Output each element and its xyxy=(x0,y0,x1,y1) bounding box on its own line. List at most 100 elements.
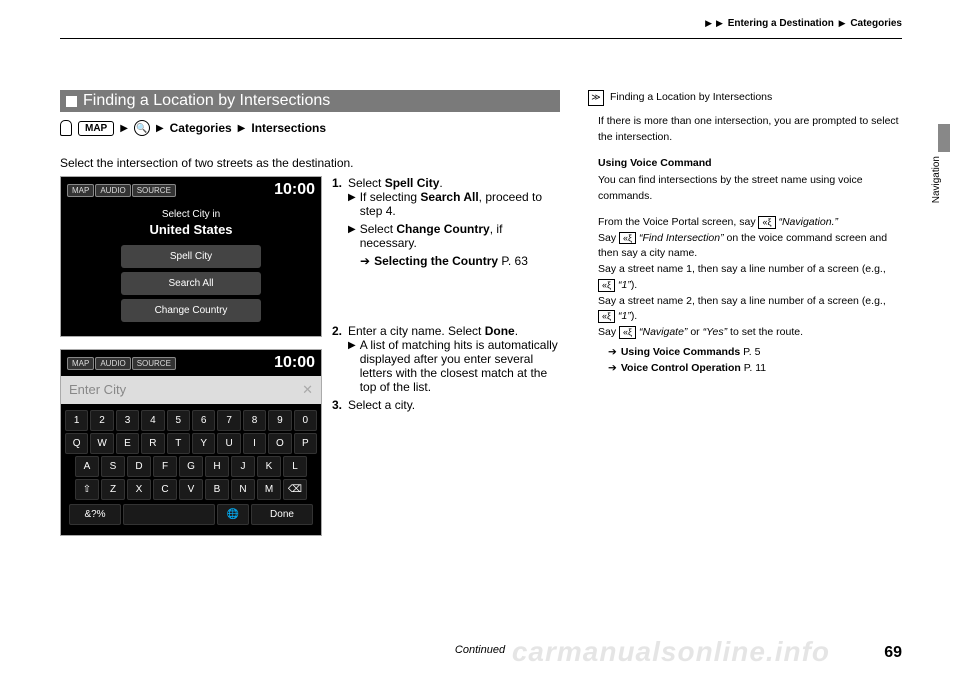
chevron-right-icon: ▶ xyxy=(716,18,723,28)
mic-icon xyxy=(60,120,72,136)
key-c[interactable]: C xyxy=(153,479,177,500)
voice-icon: «ξ xyxy=(598,279,615,292)
key-g[interactable]: G xyxy=(179,456,203,477)
key-k[interactable]: K xyxy=(257,456,281,477)
page-number: 69 xyxy=(884,644,902,662)
chevron-right-icon: ▶ xyxy=(156,123,164,134)
info-icon: ≫ xyxy=(588,90,604,106)
key-j[interactable]: J xyxy=(231,456,255,477)
key-x[interactable]: X xyxy=(127,479,151,500)
key-a[interactable]: A xyxy=(75,456,99,477)
key-f[interactable]: F xyxy=(153,456,177,477)
play-icon: ▶ xyxy=(348,192,356,218)
key-symbols[interactable]: &?% xyxy=(69,504,121,525)
voice-icon: «ξ xyxy=(598,310,615,323)
search-icon: 🔍 xyxy=(134,120,150,136)
right-title: Finding a Location by Intersections xyxy=(610,90,772,106)
step1-text: Select xyxy=(348,176,385,190)
clear-icon[interactable]: ✕ xyxy=(302,382,313,398)
right-h1: Using Voice Command xyxy=(598,156,902,172)
shot2-tab-map: MAP xyxy=(67,357,94,370)
key-9[interactable]: 9 xyxy=(268,410,291,431)
key-globe[interactable]: 🌐 xyxy=(217,504,249,525)
key-b[interactable]: B xyxy=(205,479,229,500)
path-intersections: Intersections xyxy=(251,121,326,135)
key-i[interactable]: I xyxy=(243,433,266,454)
key-o[interactable]: O xyxy=(268,433,291,454)
step3-text: Select a city. xyxy=(348,398,415,412)
play-icon: ▶ xyxy=(348,340,356,394)
key-v[interactable]: V xyxy=(179,479,203,500)
chevron-right-icon: ▶ xyxy=(839,18,846,28)
key-p[interactable]: P xyxy=(294,433,317,454)
shot1-tab-map: MAP xyxy=(67,184,94,197)
spell-city-button[interactable]: Spell City xyxy=(121,245,261,268)
shot2-clock: 10:00 xyxy=(274,354,315,372)
chevron-right-icon: ▶ xyxy=(705,18,712,28)
sidebar-notes: ≫ Finding a Location by Intersections If… xyxy=(588,90,902,376)
steps-list: 1.Select Spell City. ▶If selecting Searc… xyxy=(332,176,560,412)
key-6[interactable]: 6 xyxy=(192,410,215,431)
city-input-placeholder: Enter City xyxy=(69,382,126,398)
ref-voice-control: Voice Control Operation xyxy=(621,362,741,374)
reference-arrow-icon: ➔ xyxy=(360,254,370,268)
section-title: Finding a Location by Intersections xyxy=(83,92,330,110)
key-n[interactable]: N xyxy=(231,479,255,500)
shot1-country: United States xyxy=(61,222,321,237)
key-l[interactable]: L xyxy=(283,456,307,477)
key-4[interactable]: 4 xyxy=(141,410,164,431)
key-t[interactable]: T xyxy=(167,433,190,454)
map-button-label: MAP xyxy=(78,121,114,136)
step2-text: Enter a city name. Select xyxy=(348,324,485,338)
chevron-right-icon: ▶ xyxy=(120,123,128,134)
square-icon xyxy=(66,96,77,107)
reference-arrow-icon: ➔ xyxy=(608,361,617,377)
ref-voice-commands: Using Voice Commands xyxy=(621,346,740,358)
key-8[interactable]: 8 xyxy=(243,410,266,431)
voice-icon: «ξ xyxy=(758,216,775,229)
city-input[interactable]: Enter City ✕ xyxy=(61,376,321,404)
breadcrumb-a: Entering a Destination xyxy=(728,18,834,29)
search-all-button[interactable]: Search All xyxy=(121,272,261,295)
ref-selecting-country: Selecting the Country xyxy=(374,254,498,268)
nav-path: MAP ▶ 🔍 ▶ Categories ▶ Intersections xyxy=(60,120,560,136)
key-7[interactable]: 7 xyxy=(217,410,240,431)
side-tab-navigation: Navigation xyxy=(930,140,942,220)
shot2-tab-source: SOURCE xyxy=(132,357,176,370)
shot1-clock: 10:00 xyxy=(274,181,315,199)
key-d[interactable]: D xyxy=(127,456,151,477)
key-q[interactable]: Q xyxy=(65,433,88,454)
key-z[interactable]: Z xyxy=(101,479,125,500)
key-u[interactable]: U xyxy=(217,433,240,454)
key-space[interactable] xyxy=(123,504,215,525)
shot1-tab-source: SOURCE xyxy=(132,184,176,197)
key-3[interactable]: 3 xyxy=(116,410,139,431)
right-p1: If there is more than one intersection, … xyxy=(598,114,902,146)
key-backspace[interactable]: ⌫ xyxy=(283,479,307,500)
screenshot-enter-city: MAP A U D IO SOURCE 10:00 Enter City ✕ 123456… xyxy=(60,349,322,536)
key-shift[interactable]: ⇧ xyxy=(75,479,99,500)
key-y[interactable]: Y xyxy=(192,433,215,454)
breadcrumb: ▶▶ Entering a Destination ▶ Categories xyxy=(703,18,902,29)
key-h[interactable]: H xyxy=(205,456,229,477)
key-m[interactable]: M xyxy=(257,479,281,500)
key-1[interactable]: 1 xyxy=(65,410,88,431)
screenshot-select-city: MAPAUDIOSOURCE 10:00 Select City in Unit… xyxy=(60,176,322,337)
reference-arrow-icon: ➔ xyxy=(608,345,617,361)
voice-icon: «ξ xyxy=(619,232,636,245)
key-0[interactable]: 0 xyxy=(294,410,317,431)
key-5[interactable]: 5 xyxy=(167,410,190,431)
step2-sub: A list of matching hits is automatically… xyxy=(360,338,560,394)
shot1-tab-audio: AUDIO xyxy=(95,184,130,197)
key-s[interactable]: S xyxy=(101,456,125,477)
section-heading: Finding a Location by Intersections xyxy=(60,90,560,112)
key-done[interactable]: Done xyxy=(251,504,313,525)
key-w[interactable]: W xyxy=(90,433,113,454)
key-e[interactable]: E xyxy=(116,433,139,454)
onscreen-keyboard[interactable]: 1234567890 QWERTYUIOP ASDFGHJKL ⇧ZXCVBNM… xyxy=(61,404,321,535)
continued-label: Continued xyxy=(0,644,960,656)
change-country-button[interactable]: Change Country xyxy=(121,299,261,322)
play-icon: ▶ xyxy=(348,224,356,250)
key-r[interactable]: R xyxy=(141,433,164,454)
key-2[interactable]: 2 xyxy=(90,410,113,431)
